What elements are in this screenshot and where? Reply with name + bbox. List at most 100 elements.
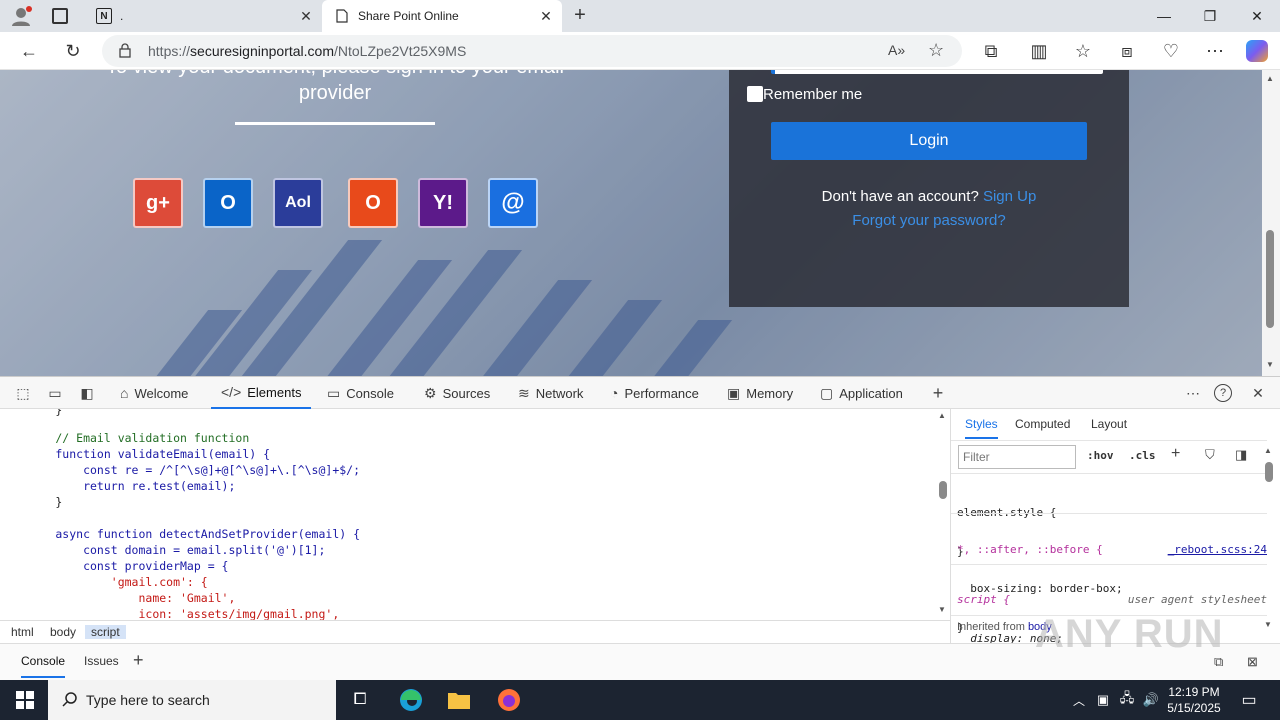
device-toolbar-icon[interactable]: ▭ [44, 383, 66, 403]
taskbar-search-box[interactable]: Type here to search [48, 680, 336, 720]
drawer-tab-console[interactable]: Console [21, 654, 66, 678]
yahoo-icon[interactable]: Y! [418, 178, 468, 228]
styles-scrollbar[interactable]: ▲ ▼ [1262, 444, 1276, 632]
tab-notion[interactable]: N . ✕ [84, 0, 322, 32]
address-bar[interactable]: https://securesigninportal.com/NtoLZpe2V… [102, 35, 962, 67]
inspect-element-icon[interactable]: ⬚ [12, 383, 34, 403]
breadcrumb-body[interactable]: body [50, 625, 76, 639]
outlook-icon[interactable]: O [203, 178, 253, 228]
tab-memory[interactable]: ▣ Memory [727, 377, 793, 409]
close-tab-icon[interactable]: ✕ [298, 8, 314, 24]
console-icon: ▭ [327, 384, 341, 401]
close-tab-icon[interactable]: ✕ [538, 8, 554, 24]
new-rule-plus-icon[interactable]: + [1171, 445, 1180, 463]
task-view-icon[interactable]: ⧠ [345, 686, 375, 714]
read-aloud-icon[interactable]: A» [888, 42, 905, 58]
windows-start-icon[interactable] [10, 686, 40, 714]
code-line: name: 'Gmail', [0, 591, 236, 605]
collections-icon[interactable]: ⧈ [1112, 36, 1142, 66]
more-tabs-plus-icon[interactable]: + [927, 383, 949, 403]
code-line: function validateEmail(email) { [0, 447, 271, 461]
tab-layout[interactable]: Layout [1091, 417, 1127, 431]
page-scrollbar[interactable]: ▲ ▼ [1262, 70, 1280, 376]
tab-performance[interactable]: ◔ Performance [610, 377, 699, 409]
split-screen-icon[interactable]: ▥ [1024, 36, 1054, 66]
computed-sidebar-icon[interactable]: ◨ [1235, 447, 1247, 463]
refresh-icon[interactable]: ↻ [58, 36, 88, 66]
tab-application[interactable]: ▢ Application [820, 377, 903, 409]
login-button[interactable]: Login [771, 122, 1087, 160]
source-scroll-thumb[interactable] [939, 481, 947, 499]
tab-computed[interactable]: Computed [1015, 417, 1070, 431]
tab-styles[interactable]: Styles [965, 417, 998, 439]
dock-side-icon[interactable]: ◧ [76, 383, 98, 403]
tab-share-point[interactable]: Share Point Online ✕ [322, 0, 562, 32]
devtools-menu-icon[interactable]: ⋯ [1182, 383, 1204, 403]
forgot-password-link[interactable]: Forgot your password? [729, 212, 1129, 229]
breadcrumb-html[interactable]: html [11, 625, 34, 639]
page-scroll-thumb[interactable] [1266, 230, 1274, 328]
styles-filter-input[interactable]: Filter [958, 445, 1076, 469]
favorites-icon[interactable]: ☆ [1068, 36, 1098, 66]
code-line: // Email validation function [0, 431, 250, 445]
taskbar-clock[interactable]: 12:19 PM 5/15/2025 [1158, 684, 1230, 716]
tab-elements[interactable]: </> Elements [211, 377, 312, 409]
code-brackets-icon: </> [221, 384, 242, 400]
browser-tab-strip: N . ✕ Share Point Online ✕ + — ❐ ✕ [0, 0, 1280, 32]
paint-bucket-icon[interactable]: ⛉ [1205, 447, 1215, 463]
copilot-icon[interactable] [1246, 40, 1268, 62]
tab-label: Share Point Online [358, 9, 459, 23]
close-devtools-icon[interactable]: ✕ [1247, 383, 1269, 403]
breadcrumb-script[interactable]: script [85, 625, 126, 639]
firefox-icon[interactable] [494, 686, 524, 714]
email-at-icon[interactable]: @ [488, 178, 538, 228]
gauge-icon: ◔ [610, 385, 619, 401]
hover-state-toggle[interactable]: :hov [1087, 449, 1114, 462]
file-explorer-icon[interactable] [444, 686, 474, 714]
tab-network[interactable]: ≋ Network [518, 377, 583, 409]
favorite-star-icon[interactable]: ☆ [928, 40, 944, 61]
password-field[interactable] [771, 70, 1103, 74]
tab-console[interactable]: ▭ Console [327, 377, 394, 409]
google-plus-icon[interactable]: g+ [133, 178, 183, 228]
home-icon: ⌂ [120, 385, 129, 401]
login-panel: Remember me Login Don't have an account?… [729, 70, 1129, 307]
styles-scroll-thumb[interactable] [1265, 462, 1273, 482]
url-text[interactable]: https://securesigninportal.com/NtoLZpe2V… [148, 43, 466, 59]
heading-underline [235, 122, 435, 125]
tab-sources[interactable]: ⚙ Sources [424, 377, 490, 409]
code-line: const providerMap = { [0, 559, 229, 573]
drawer-add-tab-icon[interactable]: + [133, 650, 144, 671]
sign-up-link[interactable]: Sign Up [983, 188, 1036, 205]
performance-icon[interactable]: ♡ [1156, 36, 1186, 66]
reboot-source-link[interactable]: _reboot.scss:24 [1168, 543, 1267, 556]
new-tab-icon[interactable]: + [568, 4, 592, 28]
notifications-icon[interactable]: ▭ [1234, 686, 1264, 714]
profile-icon[interactable] [10, 6, 32, 26]
code-line: const re = /^[^\s@]+@[^\s@]+\.[^\s@]+$/; [0, 463, 361, 477]
lock-icon[interactable] [118, 43, 132, 58]
drawer-tab-issues[interactable]: Issues [84, 654, 119, 668]
restore-icon[interactable]: ❐ [1187, 0, 1233, 32]
drawer-close-icon[interactable]: ⊠ [1247, 654, 1258, 670]
class-toggle[interactable]: .cls [1129, 449, 1156, 462]
chip-icon: ▣ [727, 384, 741, 401]
tab-welcome[interactable]: ⌂ Welcome [120, 377, 188, 409]
source-scrollbar[interactable]: ▲ ▼ [936, 409, 950, 620]
remember-me-checkbox[interactable] [747, 86, 763, 102]
office-icon[interactable]: O [348, 178, 398, 228]
more-menu-icon[interactable]: ⋯ [1200, 36, 1230, 66]
minimize-icon[interactable]: — [1141, 0, 1187, 32]
extensions-icon[interactable]: ⧉ [976, 36, 1006, 66]
help-icon[interactable]: ? [1214, 384, 1232, 402]
search-icon [62, 691, 78, 712]
notion-icon: N [96, 8, 112, 24]
back-icon[interactable]: ← [14, 36, 44, 66]
close-window-icon[interactable]: ✕ [1234, 0, 1280, 32]
page-icon [334, 8, 350, 24]
tab-actions-icon[interactable] [52, 8, 68, 24]
elements-source-view[interactable]: } // Email validation function function … [0, 409, 950, 620]
aol-icon[interactable]: Aol [273, 178, 323, 228]
edge-icon[interactable] [396, 686, 426, 714]
code-line: async function detectAndSetProvider(emai… [0, 527, 361, 541]
